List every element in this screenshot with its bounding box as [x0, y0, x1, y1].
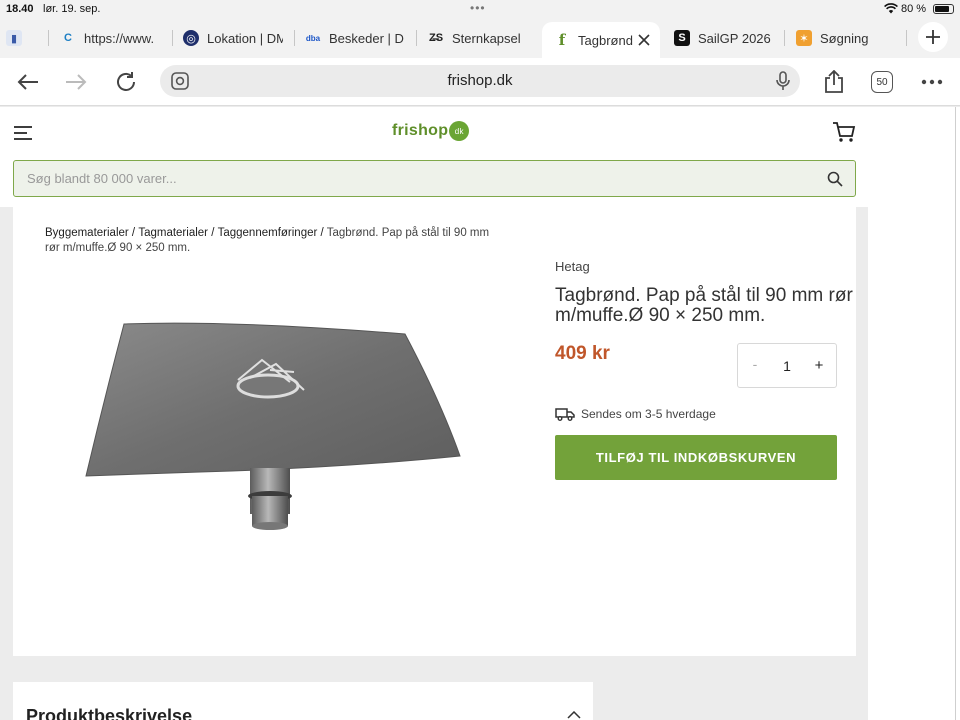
more-menu-button[interactable]: [918, 68, 946, 96]
back-button[interactable]: [14, 68, 42, 96]
multitask-dots-icon[interactable]: •••: [470, 1, 486, 15]
breadcrumb-link[interactable]: Tagmaterialer: [138, 227, 208, 239]
tab-active[interactable]: f Tagbrønd: [542, 22, 660, 58]
add-to-cart-button[interactable]: TILFØJ TIL INDKØBSKURVEN: [555, 435, 837, 480]
search-placeholder: Søg blandt 80 000 varer...: [27, 171, 177, 186]
status-date: lør. 19. sep.: [43, 3, 101, 15]
tab-label: Søgning: [820, 30, 869, 46]
dba-icon: dba: [305, 33, 321, 43]
hamburger-menu-icon[interactable]: [13, 125, 33, 141]
status-time: 18.40: [6, 3, 34, 15]
tab-7[interactable]: ✶ Søgning: [796, 22, 896, 54]
tab-bar: ▮ C https://www. ◎ Lokation | DM dba Bes…: [0, 18, 960, 58]
s-logo-icon: S: [674, 30, 690, 46]
logo-badge: dk: [449, 121, 470, 141]
more-icon: [921, 79, 943, 85]
quantity-input[interactable]: 1: [776, 358, 798, 374]
scrollbar[interactable]: [955, 107, 956, 720]
globe-icon: ◎: [183, 30, 199, 46]
tab-3[interactable]: dba Beskeder | D: [305, 22, 405, 54]
quantity-stepper: - 1 +: [737, 343, 837, 388]
frishop-f-icon: f: [558, 31, 566, 49]
breadcrumb-link[interactable]: Taggennemføringer: [218, 227, 318, 239]
tab-label: Lokation | DM: [207, 30, 283, 46]
close-tab-icon[interactable]: [637, 33, 651, 47]
star-logo-icon: ✶: [796, 30, 812, 46]
tab-label: Beskeder | D: [329, 30, 404, 46]
tab-label: https://www.: [84, 30, 155, 46]
product-image[interactable]: [80, 320, 465, 540]
cart-icon[interactable]: [832, 121, 856, 143]
description-title: Produktbeskrivelse: [26, 706, 193, 720]
breadcrumb-link[interactable]: Byggematerialer: [45, 227, 129, 239]
truck-icon: [555, 408, 575, 421]
new-tab-button[interactable]: [918, 22, 948, 52]
search-field[interactable]: Søg blandt 80 000 varer...: [13, 160, 856, 197]
description-section[interactable]: Produktbeskrivelse: [13, 682, 593, 720]
site-logo[interactable]: frishop dk: [392, 121, 470, 141]
arrow-right-icon: [66, 74, 87, 90]
forward-button[interactable]: [62, 68, 90, 96]
tab-6[interactable]: S SailGP 2026: [674, 22, 774, 54]
zs-icon: Z̶S: [428, 32, 444, 44]
tab-label: SailGP 2026: [698, 30, 771, 46]
tab-count-button[interactable]: 50: [871, 71, 893, 93]
tab-label: Tagbrønd: [578, 32, 633, 48]
tab-2[interactable]: ◎ Lokation | DM: [183, 22, 283, 54]
logo-text: frishop: [392, 122, 449, 139]
page-margin: [868, 107, 960, 720]
reload-button[interactable]: [112, 68, 140, 96]
product-brand[interactable]: Hetag: [555, 259, 590, 274]
share-button[interactable]: [820, 68, 848, 96]
browser-toolbar: frishop.dk 50: [0, 58, 960, 106]
page-icon: ▮: [6, 30, 22, 46]
shipping-info: Sendes om 3-5 hverdage: [555, 407, 716, 421]
c-logo-icon: C: [64, 32, 72, 44]
tab-4[interactable]: Z̶S Sternkapsel: [428, 22, 524, 54]
microphone-icon[interactable]: [774, 71, 792, 91]
battery-icon: [933, 4, 954, 14]
battery-percent: 80 %: [901, 3, 927, 15]
share-icon: [825, 70, 843, 93]
shipping-text: Sendes om 3-5 hverdage: [581, 407, 716, 421]
plus-icon: [926, 30, 940, 44]
search-icon[interactable]: [827, 171, 843, 187]
wifi-icon: [884, 3, 898, 14]
tab-1[interactable]: C https://www.: [60, 22, 164, 54]
tab-0[interactable]: ▮: [6, 22, 42, 54]
status-bar: 18.40 lør. 19. sep. ••• 80 %: [0, 0, 960, 18]
chevron-up-icon[interactable]: [567, 711, 581, 719]
arrow-left-icon: [17, 74, 38, 90]
url-text: frishop.dk: [447, 72, 513, 89]
quantity-decrease-button[interactable]: -: [748, 356, 762, 372]
breadcrumb: Byggematerialer / Tagmaterialer / Taggen…: [45, 227, 490, 254]
reload-icon: [117, 72, 135, 91]
product-price: 409 kr: [555, 343, 610, 364]
tab-label: Sternkapsel: [452, 30, 521, 46]
quantity-increase-button[interactable]: +: [812, 357, 826, 374]
site-header: frishop dk Søg blandt 80 000 varer...: [0, 107, 868, 207]
address-bar[interactable]: frishop.dk: [160, 65, 800, 97]
product-title: Tagbrønd. Pap på stål til 90 mm rør m/mu…: [555, 285, 853, 326]
